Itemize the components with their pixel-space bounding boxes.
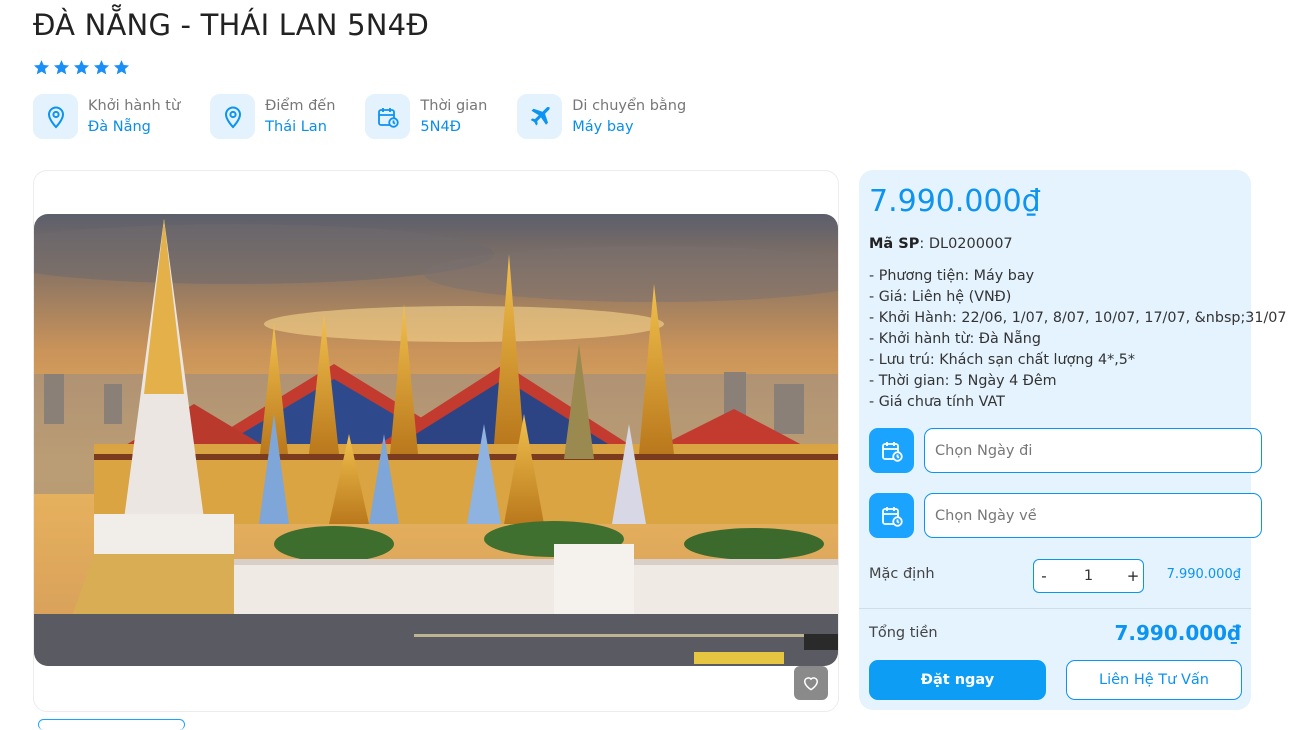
total-label: Tổng tiền [869, 625, 938, 641]
location-pin-icon [210, 94, 256, 139]
return-date-input[interactable] [924, 493, 1262, 538]
feature-item: - Khởi hành từ: Đà Nẵng [869, 331, 1041, 347]
book-now-button[interactable]: Đặt ngay [869, 660, 1046, 700]
info-label: Di chuyển bằng [572, 98, 687, 114]
star-icon [113, 60, 130, 75]
info-value: 5N4Đ [420, 119, 461, 135]
info-label: Điểm đến [265, 98, 336, 114]
total-value: 7.990.000₫ [1114, 621, 1241, 645]
info-label: Khởi hành từ [88, 98, 181, 114]
star-icon [53, 60, 70, 75]
product-code: Mã SP: DL0200007 [869, 236, 1013, 252]
feature-item: - Lưu trú: Khách sạn chất lượng 4*,5* [869, 352, 1136, 368]
consult-button[interactable]: Liên Hệ Tư Vấn [1066, 660, 1242, 700]
feature-list: - Phương tiện: Máy bay - Giá: Liên hệ (V… [869, 266, 1287, 413]
info-destination: Điểm đến Thái Lan [210, 94, 335, 139]
gallery-tab-outline [38, 719, 185, 730]
info-duration: Thời gian 5N4Đ [365, 94, 487, 139]
sku-label: Mã SP [869, 236, 920, 252]
gallery-card [33, 170, 839, 712]
star-icon [93, 60, 110, 75]
favorite-button[interactable] [794, 666, 828, 700]
divider [859, 608, 1251, 609]
tour-info-row: Khởi hành từ Đà Nẵng Điểm đến Thái Lan T… [33, 94, 716, 139]
info-value: Máy bay [572, 119, 634, 135]
calendar-clock-icon [881, 441, 903, 462]
heart-icon [803, 677, 819, 691]
rating-stars [33, 59, 130, 76]
decrement-button[interactable]: - [1034, 567, 1054, 585]
page-title: ĐÀ NẴNG - THÁI LAN 5N4Đ [33, 8, 429, 42]
sku-value: : DL0200007 [919, 236, 1013, 252]
feature-item: - Khởi Hành: 22/06, 1/07, 8/07, 10/07, 1… [869, 310, 1287, 326]
unit-price: 7.990.000₫ [1166, 567, 1241, 582]
calendar-clock-icon [881, 506, 903, 527]
quantity-label: Mặc định [869, 566, 935, 582]
info-value: Đà Nẵng [88, 119, 151, 135]
tour-price: 7.990.000₫ [869, 184, 1041, 219]
feature-item: - Giá chưa tính VAT [869, 394, 1005, 410]
depart-calendar-button[interactable] [869, 428, 914, 473]
feature-item: - Giá: Liên hệ (VNĐ) [869, 289, 1012, 305]
depart-date-row [869, 428, 1262, 473]
depart-date-input[interactable] [924, 428, 1262, 473]
return-calendar-button[interactable] [869, 493, 914, 538]
calendar-clock-icon [365, 94, 411, 139]
airplane-icon [517, 94, 563, 139]
feature-item: - Thời gian: 5 Ngày 4 Đêm [869, 373, 1057, 389]
info-transport: Di chuyển bằng Máy bay [517, 94, 686, 139]
info-departure: Khởi hành từ Đà Nẵng [33, 94, 180, 139]
return-date-row [869, 493, 1262, 538]
quantity-stepper[interactable]: - 1 + [1033, 559, 1144, 593]
star-icon [73, 60, 90, 75]
feature-item: - Phương tiện: Máy bay [869, 268, 1035, 284]
location-pin-icon [33, 94, 78, 139]
increment-button[interactable]: + [1123, 567, 1143, 585]
tour-photo[interactable] [34, 214, 838, 666]
star-icon [33, 60, 50, 75]
booking-panel: 7.990.000₫ Mã SP: DL0200007 - Phương tiệ… [859, 170, 1287, 710]
info-label: Thời gian [420, 98, 488, 114]
quantity-value[interactable]: 1 [1084, 568, 1093, 584]
info-value: Thái Lan [265, 119, 327, 135]
